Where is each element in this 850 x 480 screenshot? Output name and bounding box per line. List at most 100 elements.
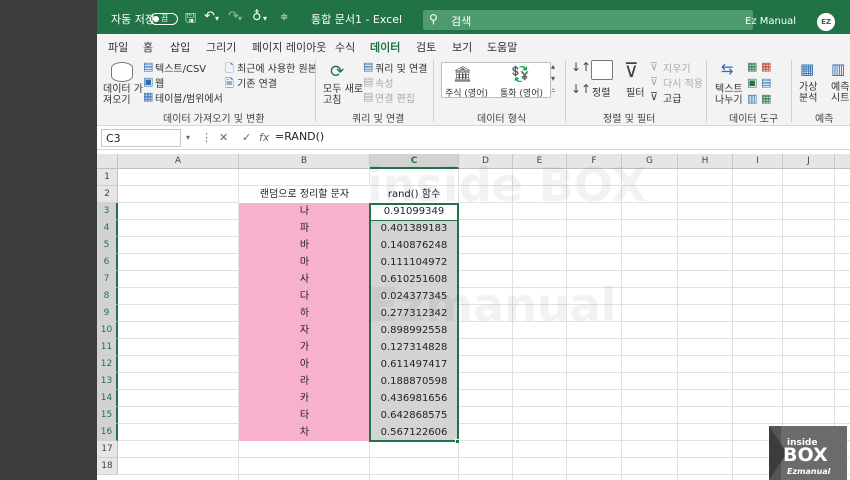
cell-b10[interactable]: 자	[239, 322, 370, 339]
advanced-button[interactable]: 고급	[663, 90, 681, 105]
cell-b9[interactable]: 하	[239, 305, 370, 322]
sort-desc-icon[interactable]: ↓↑	[571, 82, 591, 96]
cell-b5[interactable]: 바	[239, 237, 370, 254]
sort-button[interactable]: 정렬	[592, 84, 610, 99]
cell-c12[interactable]: 0.611497417	[370, 356, 458, 373]
data-model-icon[interactable]: ▦	[761, 92, 771, 105]
row-header-7[interactable]: 7	[97, 271, 118, 288]
row-header-10[interactable]: 10	[97, 322, 118, 339]
cell-b15[interactable]: 타	[239, 407, 370, 424]
gallery-more-icon[interactable]: ⩡	[551, 86, 556, 96]
relationships-icon[interactable]: ▥	[747, 92, 757, 105]
column-header-a[interactable]: A	[118, 154, 239, 169]
row-header-14[interactable]: 14	[97, 390, 118, 407]
touch-mode-icon[interactable]: ♁	[252, 9, 262, 24]
enter-icon[interactable]: ✓	[242, 131, 251, 144]
row-header-17[interactable]: 17	[97, 441, 118, 458]
cell-b11[interactable]: 가	[239, 339, 370, 356]
name-box[interactable]: C3	[101, 129, 181, 147]
remove-duplicates-icon[interactable]: ▦	[761, 60, 771, 73]
clear-button[interactable]: 지우기	[663, 60, 691, 75]
cell-b7[interactable]: 사	[239, 271, 370, 288]
search-box[interactable]: ⚲ 검색	[423, 10, 753, 30]
table-range-button[interactable]: 테이블/범위에서	[155, 90, 223, 105]
fill-handle[interactable]	[455, 439, 460, 444]
undo-icon[interactable]: ↶	[204, 9, 215, 24]
tab-data[interactable]: 데이터	[370, 39, 401, 60]
redo-dropdown-icon[interactable]: ▾	[238, 14, 242, 23]
flash-fill-icon[interactable]: ▦	[747, 60, 757, 73]
text-to-columns-button[interactable]: 텍스트 나누기	[715, 84, 743, 106]
undo-dropdown-icon[interactable]: ▾	[215, 14, 219, 23]
row-header-8[interactable]: 8	[97, 288, 118, 305]
consolidate-icon[interactable]: ▤	[761, 76, 771, 89]
cell-b13[interactable]: 라	[239, 373, 370, 390]
touch-dropdown-icon[interactable]: ▾	[263, 14, 267, 23]
row-header-11[interactable]: 11	[97, 339, 118, 356]
customize-qat-icon[interactable]: ≑	[280, 12, 288, 23]
filter-button[interactable]: 필터	[626, 84, 644, 99]
cell-b2[interactable]: 랜덤으로 정리할 문자	[239, 186, 370, 203]
cell-c11[interactable]: 0.127314828	[370, 339, 458, 356]
cell-c14[interactable]: 0.436981656	[370, 390, 458, 407]
formula-input[interactable]: =RAND()	[275, 130, 324, 143]
cell-c4[interactable]: 0.401389183	[370, 220, 458, 237]
cell-c15[interactable]: 0.642868575	[370, 407, 458, 424]
properties-button[interactable]: 속성	[375, 75, 393, 90]
row-header-16[interactable]: 16	[97, 424, 118, 441]
existing-connections-button[interactable]: 기존 연결	[237, 75, 277, 90]
row-header-5[interactable]: 5	[97, 237, 118, 254]
cell-c13[interactable]: 0.188870598	[370, 373, 458, 390]
web-button[interactable]: 웹	[155, 75, 164, 90]
reapply-button[interactable]: 다시 적용	[663, 75, 703, 90]
row-header-4[interactable]: 4	[97, 220, 118, 237]
get-data-button[interactable]: 데이터 가 져오기	[103, 84, 143, 106]
tab-draw[interactable]: 그리기	[206, 39, 236, 55]
forecast-sheet-button[interactable]: 예측 시트	[831, 82, 849, 104]
row-header-1[interactable]: 1	[97, 169, 118, 186]
refresh-all-button[interactable]: 모두 새로 고침	[323, 84, 363, 106]
user-name[interactable]: Ez Manual	[745, 16, 796, 27]
column-header-b[interactable]: B	[239, 154, 370, 169]
row-header-9[interactable]: 9	[97, 305, 118, 322]
tab-home[interactable]: 홈	[143, 39, 153, 55]
cell-c16[interactable]: 0.567122606	[370, 424, 458, 441]
sort-asc-icon[interactable]: ↓↑	[571, 60, 591, 74]
cell-b16[interactable]: 차	[239, 424, 370, 441]
name-box-dropdown-icon[interactable]: ▾	[186, 133, 190, 142]
tab-page-layout[interactable]: 페이지 레이아웃	[252, 39, 326, 55]
insert-function-icon[interactable]: fx	[259, 131, 269, 144]
row-header-18[interactable]: 18	[97, 458, 118, 475]
tab-help[interactable]: 도움말	[487, 39, 517, 55]
tab-formulas[interactable]: 수식	[335, 39, 355, 55]
row-header-2[interactable]: 2	[97, 186, 118, 203]
cell-b4[interactable]: 파	[239, 220, 370, 237]
row-header-15[interactable]: 15	[97, 407, 118, 424]
cell-b3[interactable]: 나	[239, 203, 370, 220]
tab-file[interactable]: 파일	[108, 39, 128, 55]
column-header-i[interactable]: I	[733, 154, 783, 169]
edit-links-button[interactable]: 연결 편집	[375, 90, 415, 105]
tab-review[interactable]: 검토	[416, 39, 436, 55]
queries-connections-button[interactable]: 쿼리 및 연결	[375, 60, 427, 75]
row-header-3[interactable]: 3	[97, 203, 118, 220]
stocks-button[interactable]: 주식 (영어)	[445, 86, 488, 99]
text-csv-button[interactable]: 텍스트/CSV	[155, 60, 206, 75]
avatar[interactable]: EZ	[817, 13, 835, 31]
currencies-button[interactable]: 통화 (영어)	[500, 86, 543, 99]
autosave-toggle[interactable]: 끔	[150, 13, 178, 25]
column-header-j[interactable]: J	[783, 154, 835, 169]
data-validation-icon[interactable]: ▣	[747, 76, 757, 89]
cell-b14[interactable]: 카	[239, 390, 370, 407]
gallery-down-icon[interactable]: ▾	[551, 74, 555, 83]
gallery-up-icon[interactable]: ▴	[551, 62, 555, 71]
row-header-12[interactable]: 12	[97, 356, 118, 373]
save-icon[interactable]: 🖫	[185, 9, 196, 31]
row-header-13[interactable]: 13	[97, 373, 118, 390]
cell-b12[interactable]: 아	[239, 356, 370, 373]
tab-insert[interactable]: 삽입	[170, 39, 190, 55]
tab-view[interactable]: 보기	[452, 39, 472, 55]
cell-b8[interactable]: 다	[239, 288, 370, 305]
cell-c5[interactable]: 0.140876248	[370, 237, 458, 254]
column-header-h[interactable]: H	[678, 154, 733, 169]
